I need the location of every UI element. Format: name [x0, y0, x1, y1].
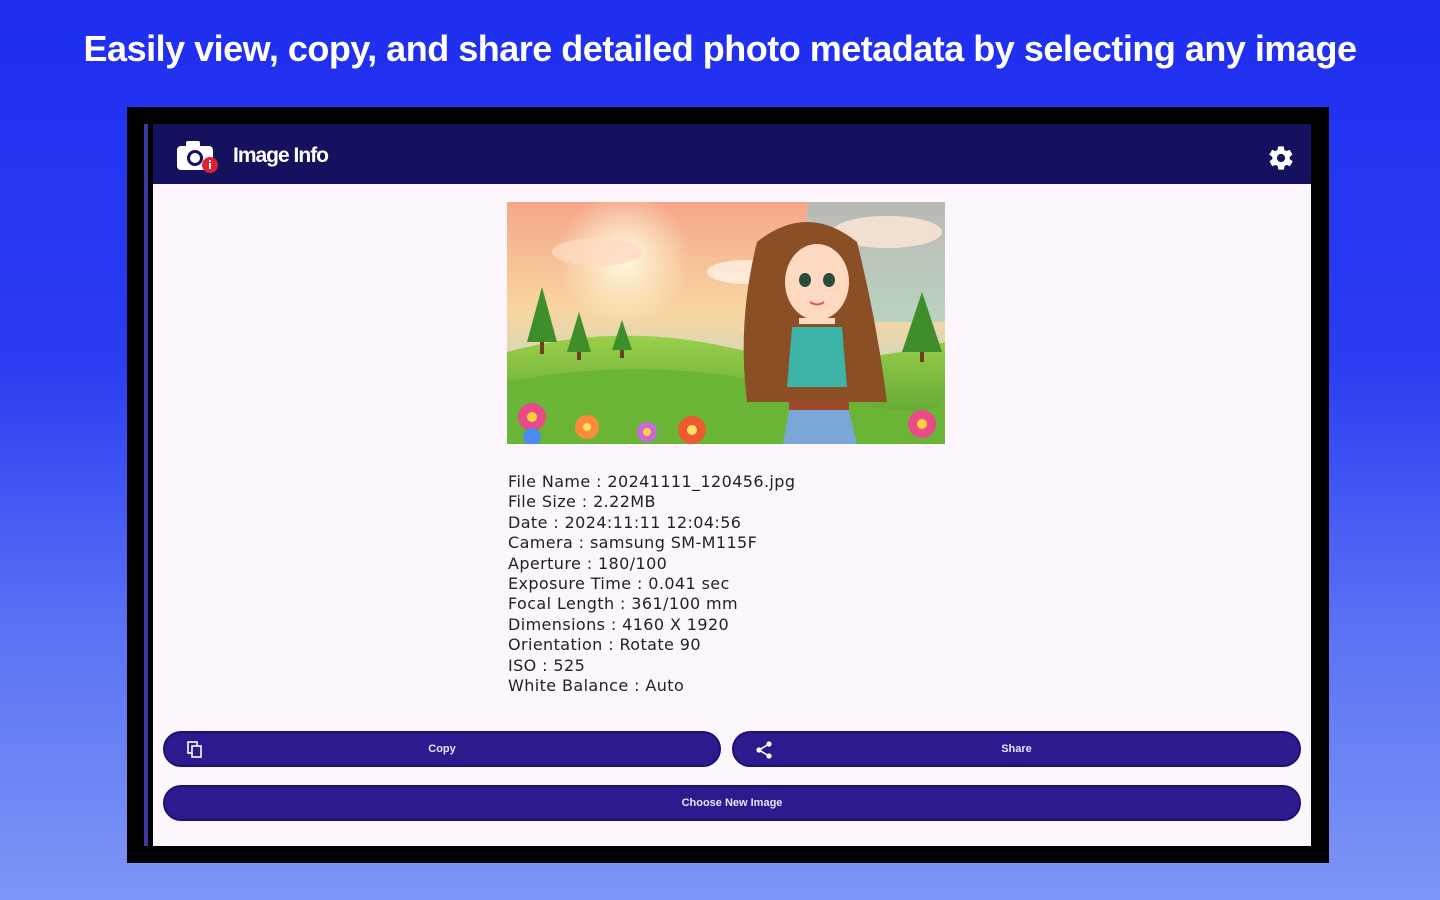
screen-edge: [144, 124, 148, 846]
photo-illustration: [507, 202, 945, 444]
copy-button-label: Copy: [428, 743, 456, 755]
choose-new-image-label: Choose New Image: [681, 797, 783, 809]
copy-button[interactable]: Copy: [163, 731, 721, 767]
metadata-camera: Camera : samsung SM-M115F: [508, 533, 758, 553]
metadata-white-balance: White Balance : Auto: [508, 676, 685, 696]
metadata-date: Date : 2024:11:11 12:04:56: [508, 512, 742, 532]
share-button[interactable]: Share: [732, 731, 1301, 767]
metadata-dimensions: Dimensions : 4160 X 1920: [508, 614, 730, 634]
share-button-label: Share: [1001, 743, 1032, 755]
metadata-focal-length: Focal Length : 361/100 mm: [508, 594, 739, 614]
gear-icon[interactable]: [1267, 144, 1295, 172]
metadata-aperture: Aperture : 180/100: [508, 553, 668, 573]
metadata-file-size: File Size : 2.22MB: [508, 492, 656, 512]
app-title: Image Info: [233, 144, 329, 167]
metadata-exposure-time: Exposure Time : 0.041 sec: [508, 574, 730, 594]
metadata-list: File Name : 20241111_120456.jpg File Siz…: [508, 472, 795, 696]
photo-preview: [507, 202, 945, 444]
metadata-iso: ISO : 525: [508, 655, 586, 675]
choose-new-image-button[interactable]: Choose New Image: [163, 785, 1301, 821]
promo-caption: Easily view, copy, and share detailed ph…: [83, 28, 1357, 69]
metadata-orientation: Orientation : Rotate 90: [508, 635, 701, 655]
app-screen: Image Info File Name: 20241111_120456.j…: [153, 124, 1311, 846]
metadata-file-name: File Name : 20241111_120456.jpg: [508, 472, 796, 491]
camera-info-icon: [177, 141, 218, 173]
app-bar: Image Info: [153, 124, 1311, 184]
